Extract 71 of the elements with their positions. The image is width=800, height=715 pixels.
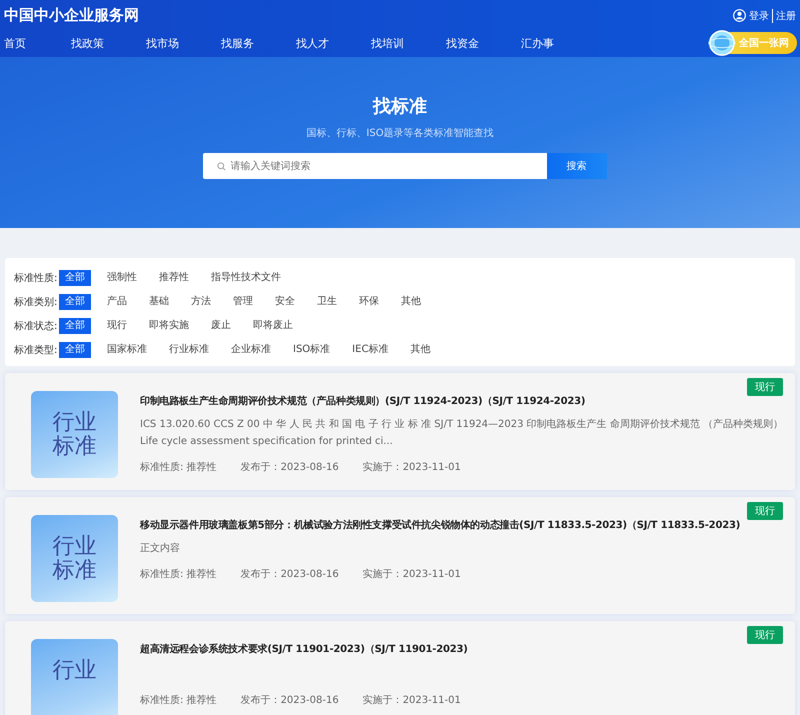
thumbnail-text: 行业 xyxy=(52,535,96,559)
filter-option[interactable]: 指导性技术文件 xyxy=(205,270,287,286)
filter-label: 标准性质: xyxy=(14,272,58,285)
filter-option[interactable]: 现行 xyxy=(101,318,133,334)
filter-option[interactable]: 方法 xyxy=(185,294,217,310)
filter-option[interactable]: 推荐性 xyxy=(153,270,195,286)
filter-option[interactable]: ISO标准 xyxy=(287,342,336,358)
status-badge: 现行 xyxy=(747,502,783,520)
result-title[interactable]: 移动显示器件用玻璃盖板第5部分：机械试验方法刚性支撑受试件抗尖锐物体的动态撞击(SJ/T 11833.5-2023)（SJ/T 11833.5-2023) xyxy=(140,518,740,532)
result-title[interactable]: 超高清远程会诊系统技术要求(SJ/T 11901-2023)（SJ/T 11901-2023) xyxy=(140,642,468,656)
standard-nature: 标准性质: 推荐性 xyxy=(140,694,217,707)
filter-option[interactable]: 卫生 xyxy=(311,294,343,310)
filter-option[interactable]: 环保 xyxy=(353,294,385,310)
thumbnail-text: 行业 xyxy=(52,659,96,684)
nav-tab[interactable]: 找市场 xyxy=(142,36,217,50)
nav-tab[interactable]: 首页 xyxy=(0,36,67,50)
filter-option[interactable]: 其他 xyxy=(395,294,427,310)
filter-label: 标准状态: xyxy=(14,320,58,333)
standard-nature: 标准性质: 推荐性 xyxy=(140,568,217,581)
thumbnail-text: 标准 xyxy=(52,559,96,584)
result-summary: ICS 13.020.60 CCS Z 00 中 华 人 民 共 和 国 电 子 行 业 标 准 SJ/T 11924—2023 印制电路板生产生 命周期评价技术规范 （产品种类规则） Life cycle assessment specification for printed ci... xyxy=(140,418,784,449)
thumbnail-text: 标准 xyxy=(52,435,96,460)
publish-date: 发布于：2023-08-16 xyxy=(240,568,339,581)
result-card[interactable]: 行业 超高清远程会诊系统技术要求(SJ/T 11901-2023)（SJ/T 11901-2023) 标准性质: 推荐性 发布于：2023-08-16 实施于：2023-11-01 现行 xyxy=(5,621,795,715)
status-badge: 现行 xyxy=(747,378,783,396)
nav-tab[interactable]: 找资金 xyxy=(442,36,517,50)
nav-tab[interactable]: 找服务 xyxy=(217,36,292,50)
standard-nature: 标准性质: 推荐性 xyxy=(140,460,217,474)
nav-tab[interactable]: 找培训 xyxy=(367,36,442,50)
register-link[interactable]: 注册 xyxy=(772,8,796,22)
result-card[interactable] xyxy=(5,373,795,490)
result-title[interactable]: 印制电路板生产生命周期评价技术规范（产品种类规则）(SJ/T 11924-2023)（SJ/T 11924-2023) xyxy=(140,394,765,408)
effective-date: 实施于：2023-11-01 xyxy=(362,568,461,581)
effective-date: 实施于：2023-11-01 xyxy=(362,460,461,474)
filter-option[interactable]: 即将废止 xyxy=(247,318,299,334)
filter-option[interactable]: 强制性 xyxy=(101,270,143,286)
filter-label: 标准类别: xyxy=(14,296,58,309)
filter-option[interactable]: 产品 xyxy=(101,294,133,310)
nav-tab[interactable]: 汇办事 xyxy=(517,36,592,50)
filter-option[interactable]: 管理 xyxy=(227,294,259,310)
filter-option[interactable]: 全部 xyxy=(59,270,91,286)
page-title: 找标准 xyxy=(373,95,427,118)
publish-date: 发布于：2023-08-16 xyxy=(240,461,339,474)
login-link[interactable]: 登录 xyxy=(749,8,769,22)
effective-date: 实施于：2023-11-01 xyxy=(362,694,461,707)
filter-option[interactable]: 国家标准 xyxy=(101,342,153,358)
globe-icon xyxy=(708,29,736,57)
thumbnail-text: 行业 xyxy=(52,411,96,435)
filter-option[interactable]: 废止 xyxy=(205,318,237,334)
filter-option[interactable]: 全部 xyxy=(59,342,91,358)
result-card[interactable]: 行业 标准 移动显示器件用玻璃盖板第5部分：机械试验方法刚性支撑受试件抗尖锐物体的动态撞击(SJ/T 11833.5-2023)（SJ/T 11833.5-2023) 正文内容 标准性质: 推荐性 发布于：2023-08-16 实施于：2023-11-01 现行 xyxy=(5,497,795,614)
search-button[interactable]: 搜索 xyxy=(546,153,606,179)
status-badge: 现行 xyxy=(747,626,783,644)
filter-option[interactable]: 其他 xyxy=(404,342,436,358)
filter-option[interactable]: 全部 xyxy=(59,318,91,334)
filter-option[interactable]: IEC标准 xyxy=(346,342,394,358)
nav-tab[interactable]: 找政策 xyxy=(67,36,142,50)
search-field[interactable]: 请输入关键词搜索 xyxy=(202,153,546,179)
filter-option[interactable]: 行业标准 xyxy=(163,342,215,358)
filter-option[interactable]: 企业标准 xyxy=(225,342,277,358)
publish-date: 发布于：2023-08-16 xyxy=(240,694,339,707)
page-subtitle: 国标、行标、ISO题录等各类标准智能查找 xyxy=(306,126,494,140)
filter-option[interactable]: 安全 xyxy=(269,294,301,310)
site-title[interactable]: 中国中小企业服务网 xyxy=(4,6,139,25)
filter-option[interactable]: 即将实施 xyxy=(143,318,195,334)
nav-tab[interactable]: 找人才 xyxy=(292,36,367,50)
filter-option[interactable]: 全部 xyxy=(59,294,91,310)
user-icon xyxy=(733,9,746,22)
filter-option[interactable]: 基础 xyxy=(143,294,175,310)
filter-label: 标准类型: xyxy=(14,344,58,357)
result-summary: 正文内容 xyxy=(140,542,181,556)
